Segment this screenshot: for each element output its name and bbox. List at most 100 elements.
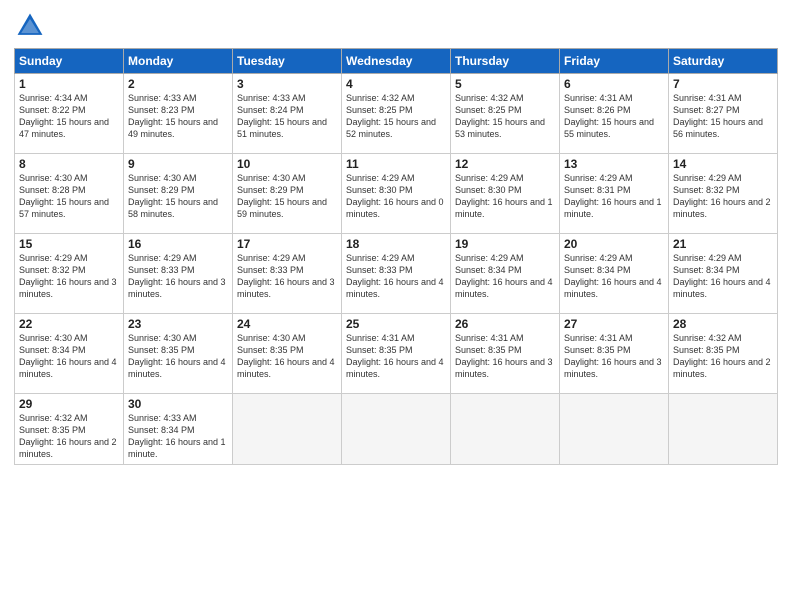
day-info: Sunrise: 4:30 AMSunset: 8:29 PMDaylight:…	[128, 173, 218, 219]
day-info: Sunrise: 4:32 AMSunset: 8:35 PMDaylight:…	[19, 413, 117, 459]
day-number: 28	[673, 317, 773, 331]
day-number: 27	[564, 317, 664, 331]
logo-icon	[14, 10, 46, 42]
calendar-cell: 26 Sunrise: 4:31 AMSunset: 8:35 PMDayligh…	[451, 314, 560, 394]
calendar-cell: 24 Sunrise: 4:30 AMSunset: 8:35 PMDayligh…	[233, 314, 342, 394]
calendar-cell	[560, 394, 669, 465]
calendar-cell	[342, 394, 451, 465]
weekday-header: Thursday	[451, 49, 560, 74]
day-info: Sunrise: 4:29 AMSunset: 8:31 PMDaylight:…	[564, 173, 662, 219]
calendar-cell: 15 Sunrise: 4:29 AMSunset: 8:32 PMDayligh…	[15, 234, 124, 314]
calendar-cell: 13 Sunrise: 4:29 AMSunset: 8:31 PMDayligh…	[560, 154, 669, 234]
calendar-cell: 16 Sunrise: 4:29 AMSunset: 8:33 PMDayligh…	[124, 234, 233, 314]
day-number: 26	[455, 317, 555, 331]
calendar-cell: 5 Sunrise: 4:32 AMSunset: 8:25 PMDaylight…	[451, 74, 560, 154]
day-number: 11	[346, 157, 446, 171]
day-number: 16	[128, 237, 228, 251]
weekday-header: Wednesday	[342, 49, 451, 74]
day-info: Sunrise: 4:34 AMSunset: 8:22 PMDaylight:…	[19, 93, 109, 139]
day-info: Sunrise: 4:32 AMSunset: 8:25 PMDaylight:…	[346, 93, 436, 139]
calendar-cell: 11 Sunrise: 4:29 AMSunset: 8:30 PMDayligh…	[342, 154, 451, 234]
day-number: 2	[128, 77, 228, 91]
day-info: Sunrise: 4:30 AMSunset: 8:34 PMDaylight:…	[19, 333, 117, 379]
calendar-cell	[669, 394, 778, 465]
day-number: 9	[128, 157, 228, 171]
day-info: Sunrise: 4:29 AMSunset: 8:34 PMDaylight:…	[455, 253, 553, 299]
day-info: Sunrise: 4:31 AMSunset: 8:27 PMDaylight:…	[673, 93, 763, 139]
weekday-header: Monday	[124, 49, 233, 74]
day-number: 1	[19, 77, 119, 91]
day-info: Sunrise: 4:31 AMSunset: 8:35 PMDaylight:…	[346, 333, 444, 379]
calendar-cell: 3Sunrise: 4:33 AMSunset: 8:24 PMDaylight…	[233, 74, 342, 154]
weekday-header: Sunday	[15, 49, 124, 74]
day-info: Sunrise: 4:33 AMSunset: 8:23 PMDaylight:…	[128, 93, 218, 139]
day-info: Sunrise: 4:31 AMSunset: 8:26 PMDaylight:…	[564, 93, 654, 139]
day-info: Sunrise: 4:30 AMSunset: 8:35 PMDaylight:…	[237, 333, 335, 379]
calendar-cell: 10 Sunrise: 4:30 AMSunset: 8:29 PMDayligh…	[233, 154, 342, 234]
calendar: SundayMondayTuesdayWednesdayThursdayFrid…	[14, 48, 778, 465]
calendar-cell: 2 Sunrise: 4:33 AMSunset: 8:23 PMDaylight…	[124, 74, 233, 154]
calendar-cell: 21Sunrise: 4:29 AMSunset: 8:34 PMDayligh…	[669, 234, 778, 314]
day-number: 10	[237, 157, 337, 171]
page: SundayMondayTuesdayWednesdayThursdayFrid…	[0, 0, 792, 612]
day-number: 15	[19, 237, 119, 251]
day-number: 25	[346, 317, 446, 331]
day-number: 24	[237, 317, 337, 331]
calendar-week-row: 8 Sunrise: 4:30 AMSunset: 8:28 PMDaylight…	[15, 154, 778, 234]
calendar-cell: 14 Sunrise: 4:29 AMSunset: 8:32 PMDayligh…	[669, 154, 778, 234]
day-number: 14	[673, 157, 773, 171]
calendar-cell: 27 Sunrise: 4:31 AMSunset: 8:35 PMDayligh…	[560, 314, 669, 394]
day-number: 20	[564, 237, 664, 251]
day-number: 13	[564, 157, 664, 171]
calendar-cell	[451, 394, 560, 465]
calendar-cell: 4 Sunrise: 4:32 AMSunset: 8:25 PMDaylight…	[342, 74, 451, 154]
day-info: Sunrise: 4:32 AMSunset: 8:35 PMDaylight:…	[673, 333, 771, 379]
day-info: Sunrise: 4:29 AMSunset: 8:33 PMDaylight:…	[346, 253, 444, 299]
day-info: Sunrise: 4:29 AMSunset: 8:30 PMDaylight:…	[346, 173, 444, 219]
day-number: 23	[128, 317, 228, 331]
day-number: 12	[455, 157, 555, 171]
day-info: Sunrise: 4:29 AMSunset: 8:30 PMDaylight:…	[455, 173, 553, 219]
day-info: Sunrise: 4:30 AMSunset: 8:29 PMDaylight:…	[237, 173, 327, 219]
day-number: 19	[455, 237, 555, 251]
calendar-week-row: 1 Sunrise: 4:34 AMSunset: 8:22 PMDaylight…	[15, 74, 778, 154]
calendar-cell: 17Sunrise: 4:29 AMSunset: 8:33 PMDayligh…	[233, 234, 342, 314]
day-info: Sunrise: 4:29 AMSunset: 8:32 PMDaylight:…	[673, 173, 771, 219]
calendar-cell: 9 Sunrise: 4:30 AMSunset: 8:29 PMDaylight…	[124, 154, 233, 234]
day-info: Sunrise: 4:31 AMSunset: 8:35 PMDaylight:…	[564, 333, 662, 379]
calendar-cell: 8 Sunrise: 4:30 AMSunset: 8:28 PMDaylight…	[15, 154, 124, 234]
calendar-week-row: 22 Sunrise: 4:30 AMSunset: 8:34 PMDayligh…	[15, 314, 778, 394]
calendar-cell	[233, 394, 342, 465]
calendar-cell: 29Sunrise: 4:32 AMSunset: 8:35 PMDayligh…	[15, 394, 124, 465]
day-info: Sunrise: 4:33 AMSunset: 8:34 PMDaylight:…	[128, 413, 226, 459]
day-number: 18	[346, 237, 446, 251]
day-info: Sunrise: 4:32 AMSunset: 8:25 PMDaylight:…	[455, 93, 545, 139]
calendar-cell: 19 Sunrise: 4:29 AMSunset: 8:34 PMDayligh…	[451, 234, 560, 314]
logo	[14, 10, 50, 42]
day-number: 22	[19, 317, 119, 331]
day-number: 5	[455, 77, 555, 91]
calendar-cell: 30 Sunrise: 4:33 AMSunset: 8:34 PMDayligh…	[124, 394, 233, 465]
calendar-cell: 7 Sunrise: 4:31 AMSunset: 8:27 PMDaylight…	[669, 74, 778, 154]
day-info: Sunrise: 4:31 AMSunset: 8:35 PMDaylight:…	[455, 333, 553, 379]
day-number: 4	[346, 77, 446, 91]
calendar-week-row: 29Sunrise: 4:32 AMSunset: 8:35 PMDayligh…	[15, 394, 778, 465]
calendar-cell: 18 Sunrise: 4:29 AMSunset: 8:33 PMDayligh…	[342, 234, 451, 314]
day-info: Sunrise: 4:29 AMSunset: 8:34 PMDaylight:…	[564, 253, 662, 299]
day-number: 30	[128, 397, 228, 411]
calendar-cell: 22 Sunrise: 4:30 AMSunset: 8:34 PMDayligh…	[15, 314, 124, 394]
day-number: 7	[673, 77, 773, 91]
day-info: Sunrise: 4:29 AMSunset: 8:34 PMDaylight:…	[673, 253, 771, 299]
calendar-cell: 1 Sunrise: 4:34 AMSunset: 8:22 PMDaylight…	[15, 74, 124, 154]
day-number: 6	[564, 77, 664, 91]
day-info: Sunrise: 4:30 AMSunset: 8:28 PMDaylight:…	[19, 173, 109, 219]
calendar-cell: 23Sunrise: 4:30 AMSunset: 8:35 PMDayligh…	[124, 314, 233, 394]
weekday-header: Tuesday	[233, 49, 342, 74]
day-info: Sunrise: 4:33 AMSunset: 8:24 PMDaylight:…	[237, 93, 327, 139]
day-number: 8	[19, 157, 119, 171]
day-info: Sunrise: 4:29 AMSunset: 8:32 PMDaylight:…	[19, 253, 117, 299]
header	[14, 10, 778, 42]
weekday-header: Friday	[560, 49, 669, 74]
day-info: Sunrise: 4:29 AMSunset: 8:33 PMDaylight:…	[128, 253, 226, 299]
calendar-week-row: 15 Sunrise: 4:29 AMSunset: 8:32 PMDayligh…	[15, 234, 778, 314]
